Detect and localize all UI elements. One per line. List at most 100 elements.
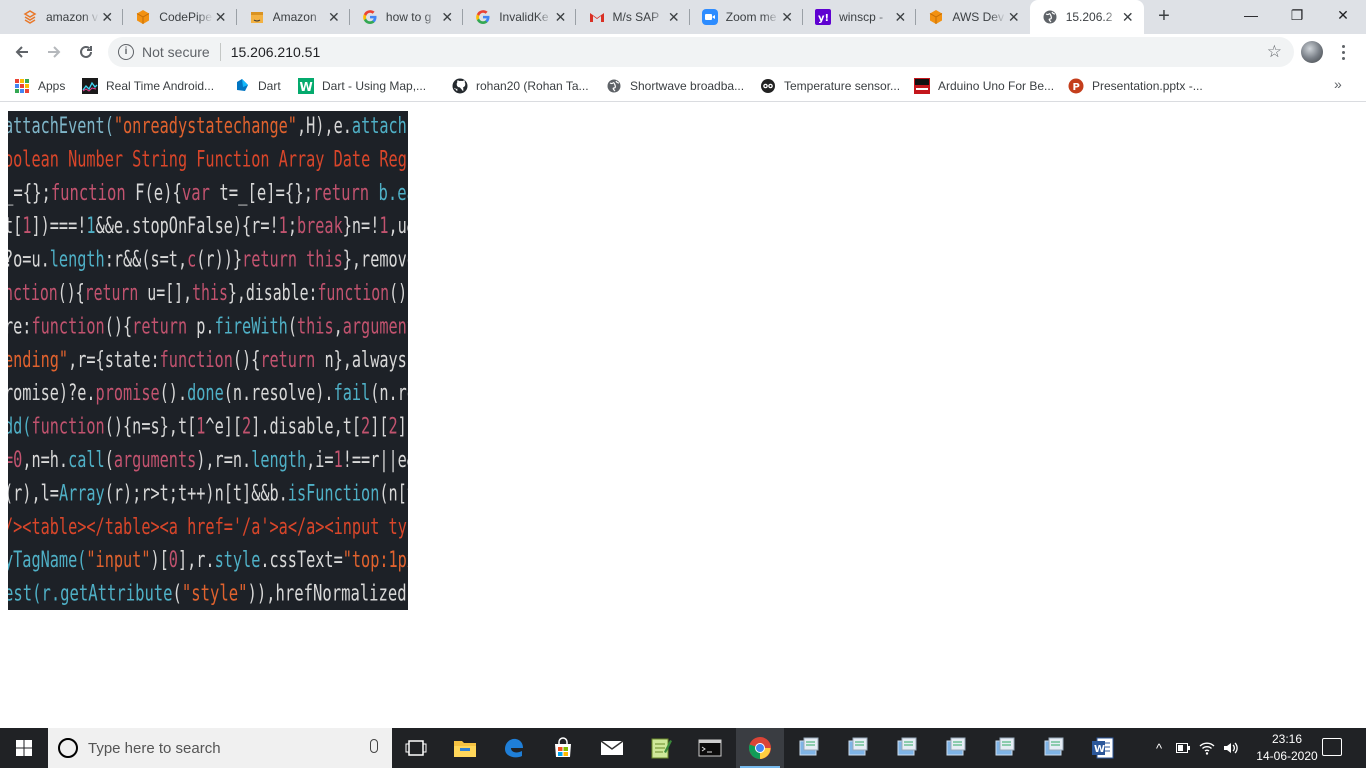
tray-up-arrow-icon[interactable]: ^ — [1150, 728, 1168, 768]
menu-kebab-icon[interactable] — [1336, 40, 1350, 64]
browser-tab[interactable]: CodePipe ✕ — [123, 0, 237, 34]
code-token: (). — [160, 381, 187, 406]
close-tab-icon[interactable]: ✕ — [552, 9, 568, 25]
browser-tab[interactable]: 15.206.2 ✕ — [1029, 0, 1144, 34]
bookmark-label: Arduino Uno For Be... — [938, 79, 1055, 93]
code-token: dd( — [8, 415, 31, 440]
bookmark-item[interactable]: P Presentation.pptx -... — [1068, 76, 1203, 96]
close-window-button[interactable]: ✕ — [1320, 0, 1366, 32]
taskbar-search-box[interactable]: Type here to search — [48, 728, 392, 768]
file-explorer-icon[interactable] — [441, 728, 489, 768]
info-icon[interactable]: i — [118, 44, 134, 60]
windows-logo-icon — [16, 740, 32, 756]
code-token: (r);r>t;t++)n[t]&&b. — [105, 481, 288, 506]
app-icon[interactable] — [834, 728, 882, 768]
edge-icon[interactable] — [490, 728, 538, 768]
code-token: nction — [8, 281, 58, 306]
svg-text:W: W — [1094, 744, 1105, 755]
bookmark-label: rohan20 (Rohan Ta... — [476, 79, 589, 93]
code-background-image: attachEvent("onreadystatechange",H),e.at… — [8, 111, 408, 610]
app-icon[interactable] — [785, 728, 833, 768]
address-bar[interactable]: i Not secure 15.206.210.51 ☆ — [108, 37, 1294, 67]
chrome-icon[interactable] — [736, 728, 784, 768]
bookmark-item[interactable]: Real Time Android... — [82, 76, 214, 96]
powerpoint-icon: P — [1068, 78, 1084, 94]
code-token: function — [31, 314, 104, 339]
bookmark-item[interactable]: Arduino Uno For Be... — [914, 76, 1054, 96]
back-button[interactable] — [8, 38, 36, 66]
action-center-icon[interactable] — [1322, 738, 1342, 756]
close-tab-icon[interactable]: ✕ — [99, 9, 115, 25]
mail-icon[interactable] — [588, 728, 636, 768]
browser-tab[interactable]: Zoom me ✕ — [690, 0, 804, 34]
browser-tab[interactable]: y! winscp - ✕ — [803, 0, 917, 34]
bookmark-item[interactable]: Shortwave broadba... — [606, 76, 744, 96]
start-button[interactable] — [0, 728, 48, 768]
bookmark-label: Presentation.pptx -... — [1092, 79, 1203, 93]
browser-tab[interactable]: Amazon ✕ — [237, 0, 350, 34]
code-token: ^e][ — [205, 415, 242, 440]
code-token: =0 — [8, 448, 22, 473]
app-icon[interactable] — [883, 728, 931, 768]
profile-avatar[interactable] — [1301, 41, 1323, 63]
wifi-icon[interactable] — [1198, 728, 1216, 768]
url-text[interactable]: 15.206.210.51 — [231, 44, 321, 60]
notepad-icon[interactable] — [637, 728, 685, 768]
close-tab-icon[interactable]: ✕ — [439, 9, 455, 25]
security-label[interactable]: Not secure — [142, 44, 210, 60]
search-placeholder: Type here to search — [88, 739, 221, 757]
terminal-icon[interactable] — [686, 728, 734, 768]
cortana-icon — [58, 738, 78, 758]
volume-icon[interactable] — [1222, 728, 1240, 768]
close-tab-icon[interactable]: ✕ — [892, 9, 908, 25]
reload-button[interactable] — [72, 38, 100, 66]
minimize-button[interactable]: — — [1228, 0, 1274, 32]
microphone-icon[interactable] — [370, 739, 378, 753]
battery-icon[interactable] — [1174, 728, 1192, 768]
browser-tab[interactable]: M/s SAP ✕ — [577, 0, 690, 34]
forward-button[interactable] — [40, 38, 68, 66]
code-token: return this — [242, 248, 343, 273]
browser-tab[interactable]: AWS Dev ✕ — [916, 0, 1029, 34]
task-view-icon[interactable] — [392, 728, 440, 768]
close-tab-icon[interactable]: ✕ — [213, 9, 229, 25]
close-tab-icon[interactable]: ✕ — [1006, 9, 1022, 25]
code-token: 1 — [196, 415, 205, 440]
code-token: "onreadystatechange" — [114, 114, 297, 139]
clock-time: 23:16 — [1271, 732, 1303, 746]
page-content: attachEvent("onreadystatechange",H),e.at… — [0, 103, 1366, 728]
new-tab-button[interactable]: + — [1152, 5, 1176, 29]
bookmark-star-icon[interactable]: ☆ — [1267, 42, 1282, 62]
restore-button[interactable]: ❐ — [1274, 0, 1320, 32]
browser-tab[interactable]: how to g ✕ — [350, 0, 464, 34]
close-tab-icon[interactable]: ✕ — [1120, 9, 1136, 25]
code-token: attachE — [352, 114, 408, 139]
app-icon[interactable] — [981, 728, 1029, 768]
close-tab-icon[interactable]: ✕ — [326, 9, 342, 25]
code-token: )),hrefNormalized: — [247, 582, 408, 607]
code-token: "input" — [86, 548, 150, 573]
code-token: c — [187, 248, 196, 273]
browser-tab[interactable]: amazon v ✕ — [10, 0, 124, 34]
bookmark-item[interactable]: Temperature sensor... — [760, 76, 900, 96]
close-tab-icon[interactable]: ✕ — [666, 9, 682, 25]
app-icon[interactable] — [1030, 728, 1078, 768]
code-token: return — [85, 281, 139, 306]
code-line: nction(){return u=[],this},disable:funct… — [8, 281, 408, 306]
bookmark-item[interactable]: rohan20 (Rohan Ta... — [452, 76, 589, 96]
bookmark-item[interactable]: Dart — [234, 76, 281, 96]
gmail-icon — [589, 9, 605, 25]
code-token: ,H),e. — [297, 114, 352, 139]
bookmark-item[interactable]: Apps — [14, 76, 65, 96]
bookmarks-overflow-button[interactable]: » — [1334, 76, 1342, 92]
code-line: =0,n=h.call(arguments),r=n.length,i=1!==… — [8, 448, 408, 473]
bookmark-item[interactable]: W Dart - Using Map,... — [298, 76, 426, 96]
store-icon[interactable] — [539, 728, 587, 768]
code-token: function — [160, 348, 233, 373]
browser-tab[interactable]: InvalidKe ✕ — [463, 0, 577, 34]
app-icon[interactable] — [932, 728, 980, 768]
close-tab-icon[interactable]: ✕ — [779, 9, 795, 25]
word-icon[interactable]: W — [1079, 728, 1127, 768]
code-token: this — [192, 281, 228, 306]
system-clock[interactable]: 23:16 14-06-2020 — [1254, 731, 1320, 765]
